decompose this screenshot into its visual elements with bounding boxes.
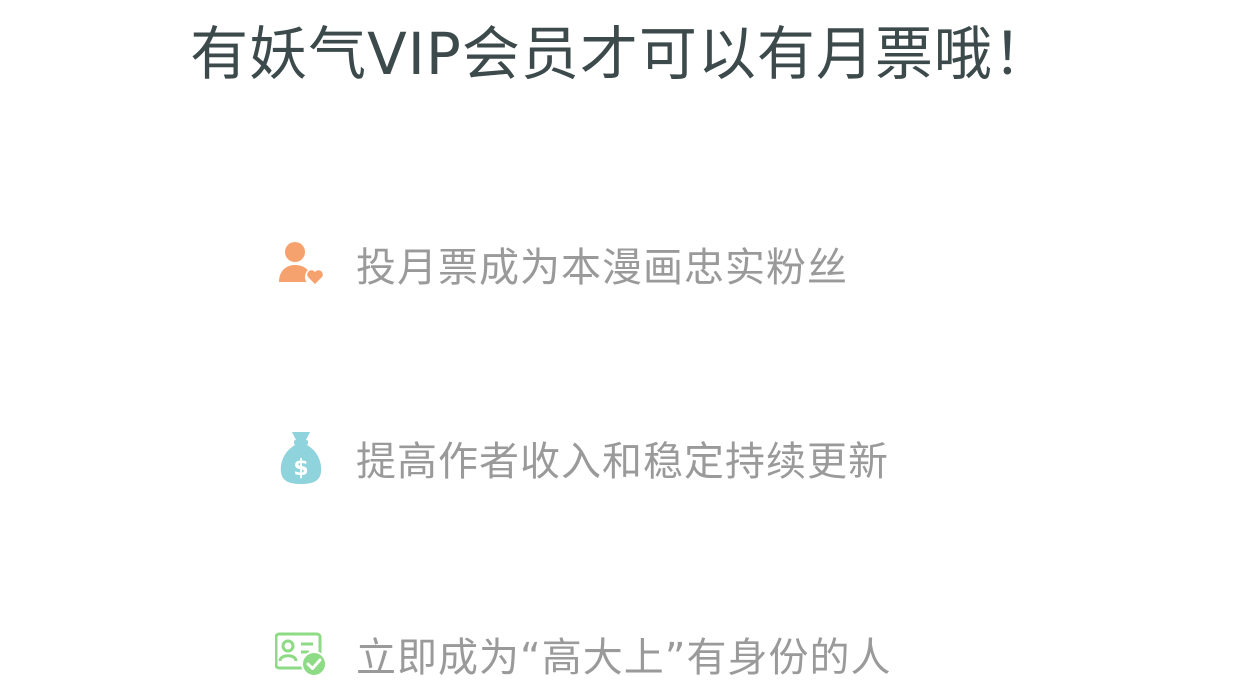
vip-promo-title: 有妖气VIP会员才可以有月票哦！ (190, 20, 1052, 88)
money-bag-icon: $ (270, 428, 332, 488)
benefit-item-income: $ 提高作者收入和稳定持续更新 (270, 428, 889, 488)
benefit-label-income: 提高作者收入和稳定持续更新 (356, 439, 889, 485)
svg-text:$: $ (293, 456, 308, 481)
benefit-item-fan: 投月票成为本漫画忠实粉丝 (270, 234, 848, 294)
fan-heart-icon (270, 234, 332, 294)
benefit-item-identity: 立即成为“高大上”有身份的人 (270, 624, 891, 684)
verified-id-card-icon (270, 624, 332, 684)
benefit-label-fan: 投月票成为本漫画忠实粉丝 (356, 245, 848, 291)
benefit-label-identity: 立即成为“高大上”有身份的人 (356, 635, 892, 681)
